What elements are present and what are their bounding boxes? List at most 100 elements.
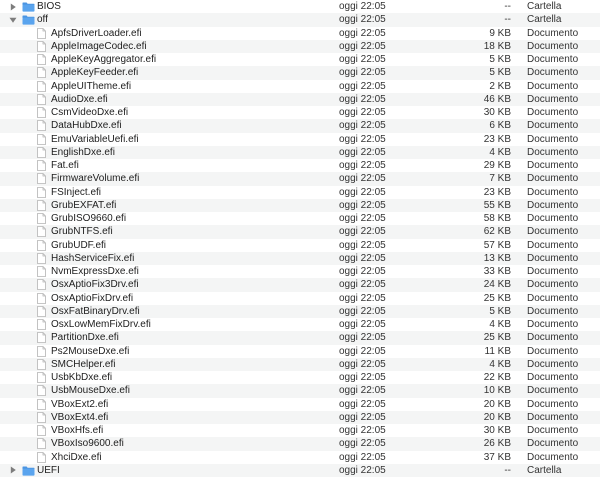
modified-date: oggi 22:05 bbox=[339, 411, 386, 423]
file-row[interactable]: GrubNTFS.efi oggi 22:05 62 KB Documento bbox=[0, 225, 600, 239]
file-row[interactable]: GrubEXFAT.efi oggi 22:05 55 KB Documento bbox=[0, 198, 600, 212]
file-kind: Documento bbox=[527, 27, 579, 39]
file-kind: Documento bbox=[527, 305, 579, 317]
file-row[interactable]: HashServiceFix.efi oggi 22:05 13 KB Documen… bbox=[0, 251, 600, 265]
file-row[interactable]: VBoxHfs.efi oggi 22:05 30 KB Documento bbox=[0, 424, 600, 437]
document-icon bbox=[37, 332, 46, 344]
modified-date: oggi 22:05 bbox=[339, 120, 386, 132]
document-icon bbox=[37, 40, 46, 52]
document-icon bbox=[37, 160, 46, 171]
file-name: Ps2MouseDxe.efi bbox=[51, 345, 130, 357]
file-kind: Documento bbox=[527, 411, 579, 423]
file-row[interactable]: OsxAptioFix3Drv.efi oggi 22:05 24 KB Docume… bbox=[0, 278, 600, 292]
file-row[interactable]: VBoxExt4.efi oggi 22:05 20 KB Documento bbox=[0, 410, 600, 424]
folder-row[interactable]: off oggi 22:05 -- Cartella bbox=[0, 13, 600, 27]
file-kind: Documento bbox=[527, 67, 579, 79]
file-name: GrubUDF.efi bbox=[51, 239, 107, 251]
file-row[interactable]: Fat.efi oggi 22:05 29 KB Documento bbox=[0, 159, 600, 172]
file-row[interactable]: OsxFatBinaryDrv.efi oggi 22:05 5 KB Documen… bbox=[0, 304, 600, 318]
file-name: XhciDxe.efi bbox=[51, 451, 102, 463]
file-kind: Documento bbox=[527, 54, 579, 65]
file-row[interactable]: FirmwareVolume.efi oggi 22:05 7 KB Document… bbox=[0, 172, 600, 186]
file-row[interactable]: PartitionDxe.efi oggi 22:05 25 KB Documento bbox=[0, 331, 600, 345]
modified-date: oggi 22:05 bbox=[339, 173, 386, 185]
file-size: 25 KB bbox=[483, 332, 511, 344]
document-icon bbox=[37, 186, 46, 198]
file-row[interactable]: Ps2MouseDxe.efi oggi 22:05 11 KB Documento bbox=[0, 345, 600, 358]
file-row[interactable]: ApfsDriverLoader.efi oggi 22:05 9 KB Docume… bbox=[0, 27, 600, 40]
file-size: 6 KB bbox=[489, 120, 511, 132]
file-row[interactable]: CsmVideoDxe.efi oggi 22:05 30 KB Documento bbox=[0, 106, 600, 119]
file-row[interactable]: OsxLowMemFixDrv.efi oggi 22:05 4 KB Documen… bbox=[0, 318, 600, 331]
file-name: AppleKeyFeeder.efi bbox=[51, 67, 139, 79]
file-size: 5 KB bbox=[489, 305, 511, 317]
file-row[interactable]: GrubUDF.efi oggi 22:05 57 KB Documento bbox=[0, 239, 600, 252]
document-icon bbox=[37, 93, 46, 105]
modified-date: oggi 22:05 bbox=[339, 239, 386, 251]
modified-date: oggi 22:05 bbox=[339, 213, 386, 224]
file-row[interactable]: XhciDxe.efi oggi 22:05 37 KB Documento bbox=[0, 451, 600, 464]
file-size: 18 KB bbox=[483, 40, 511, 52]
modified-date: oggi 22:05 bbox=[339, 27, 386, 39]
document-icon bbox=[37, 345, 46, 357]
file-row[interactable]: AppleImageCodec.efi oggi 22:05 18 KB Docume… bbox=[0, 39, 600, 53]
modified-date: oggi 22:05 bbox=[339, 107, 386, 118]
file-name: SMCHelper.efi bbox=[51, 358, 116, 370]
modified-date: oggi 22:05 bbox=[339, 358, 386, 370]
file-row[interactable]: GrubISO9660.efi oggi 22:05 58 KB Documento bbox=[0, 212, 600, 225]
file-row[interactable]: NvmExpressDxe.efi oggi 22:05 33 KB Document… bbox=[0, 265, 600, 278]
file-row[interactable]: AppleKeyAggregator.efi oggi 22:05 5 KB Docu… bbox=[0, 53, 600, 66]
file-name: off bbox=[37, 14, 48, 26]
disclosure-collapsed-icon[interactable] bbox=[9, 464, 17, 477]
modified-date: oggi 22:05 bbox=[339, 398, 386, 410]
file-name: NvmExpressDxe.efi bbox=[51, 266, 139, 277]
file-row[interactable]: VBoxExt2.efi oggi 22:05 20 KB Documento bbox=[0, 398, 600, 411]
file-name: VBoxExt2.efi bbox=[51, 398, 109, 410]
file-size: 23 KB bbox=[483, 133, 511, 145]
file-row[interactable]: AppleUITheme.efi oggi 22:05 2 KB Documento bbox=[0, 80, 600, 93]
document-icon bbox=[37, 372, 46, 383]
file-name: PartitionDxe.efi bbox=[51, 332, 119, 344]
file-size: 23 KB bbox=[483, 186, 511, 198]
file-name: EnglishDxe.efi bbox=[51, 146, 115, 158]
folder-row[interactable]: UEFI oggi 22:05 -- Cartella bbox=[0, 463, 600, 477]
document-icon bbox=[37, 173, 46, 185]
disclosure-collapsed-icon[interactable] bbox=[9, 0, 17, 13]
file-size: 13 KB bbox=[483, 252, 511, 264]
file-kind: Documento bbox=[527, 438, 579, 450]
file-row[interactable]: UsbKbDxe.efi oggi 22:05 22 KB Documento bbox=[0, 371, 600, 384]
file-kind: Documento bbox=[527, 398, 579, 410]
file-row[interactable]: SMCHelper.efi oggi 22:05 4 KB Documento bbox=[0, 357, 600, 371]
file-row[interactable]: AudioDxe.efi oggi 22:05 46 KB Documento bbox=[0, 92, 600, 106]
modified-date: oggi 22:05 bbox=[339, 160, 386, 171]
file-row[interactable]: EnglishDxe.efi oggi 22:05 4 KB Documento bbox=[0, 145, 600, 159]
file-kind: Documento bbox=[527, 40, 579, 52]
file-kind: Documento bbox=[527, 199, 579, 211]
modified-date: oggi 22:05 bbox=[339, 146, 386, 158]
file-row[interactable]: OsxAptioFixDrv.efi oggi 22:05 25 KB Documen… bbox=[0, 292, 600, 305]
file-row[interactable]: VBoxIso9600.efi oggi 22:05 26 KB Documento bbox=[0, 437, 600, 451]
file-row[interactable]: EmuVariableUefi.efi oggi 22:05 23 KB Docume… bbox=[0, 133, 600, 146]
modified-date: oggi 22:05 bbox=[339, 67, 386, 79]
modified-date: oggi 22:05 bbox=[339, 133, 386, 145]
file-row[interactable]: UsbMouseDxe.efi oggi 22:05 10 KB Documento bbox=[0, 384, 600, 398]
file-row[interactable]: AppleKeyFeeder.efi oggi 22:05 5 KB Document… bbox=[0, 66, 600, 80]
document-icon bbox=[37, 305, 46, 317]
file-size: 4 KB bbox=[489, 319, 511, 330]
file-size: 29 KB bbox=[483, 160, 511, 171]
disclosure-expanded-icon[interactable] bbox=[9, 13, 17, 26]
modified-date: oggi 22:05 bbox=[339, 438, 386, 450]
file-kind: Documento bbox=[527, 451, 579, 463]
file-size: 33 KB bbox=[483, 266, 511, 277]
modified-date: oggi 22:05 bbox=[339, 199, 386, 211]
file-row[interactable]: FSInject.efi oggi 22:05 23 KB Documento bbox=[0, 186, 600, 199]
modified-date: oggi 22:05 bbox=[339, 186, 386, 198]
folder-row[interactable]: BIOS oggi 22:05 -- Cartella bbox=[0, 0, 600, 13]
modified-date: oggi 22:05 bbox=[339, 451, 386, 463]
modified-date: oggi 22:05 bbox=[339, 332, 386, 344]
file-row[interactable]: DataHubDxe.efi oggi 22:05 6 KB Documento bbox=[0, 119, 600, 133]
modified-date: oggi 22:05 bbox=[339, 252, 386, 264]
document-icon bbox=[37, 266, 46, 277]
modified-date: oggi 22:05 bbox=[339, 372, 386, 383]
file-kind: Documento bbox=[527, 266, 579, 277]
